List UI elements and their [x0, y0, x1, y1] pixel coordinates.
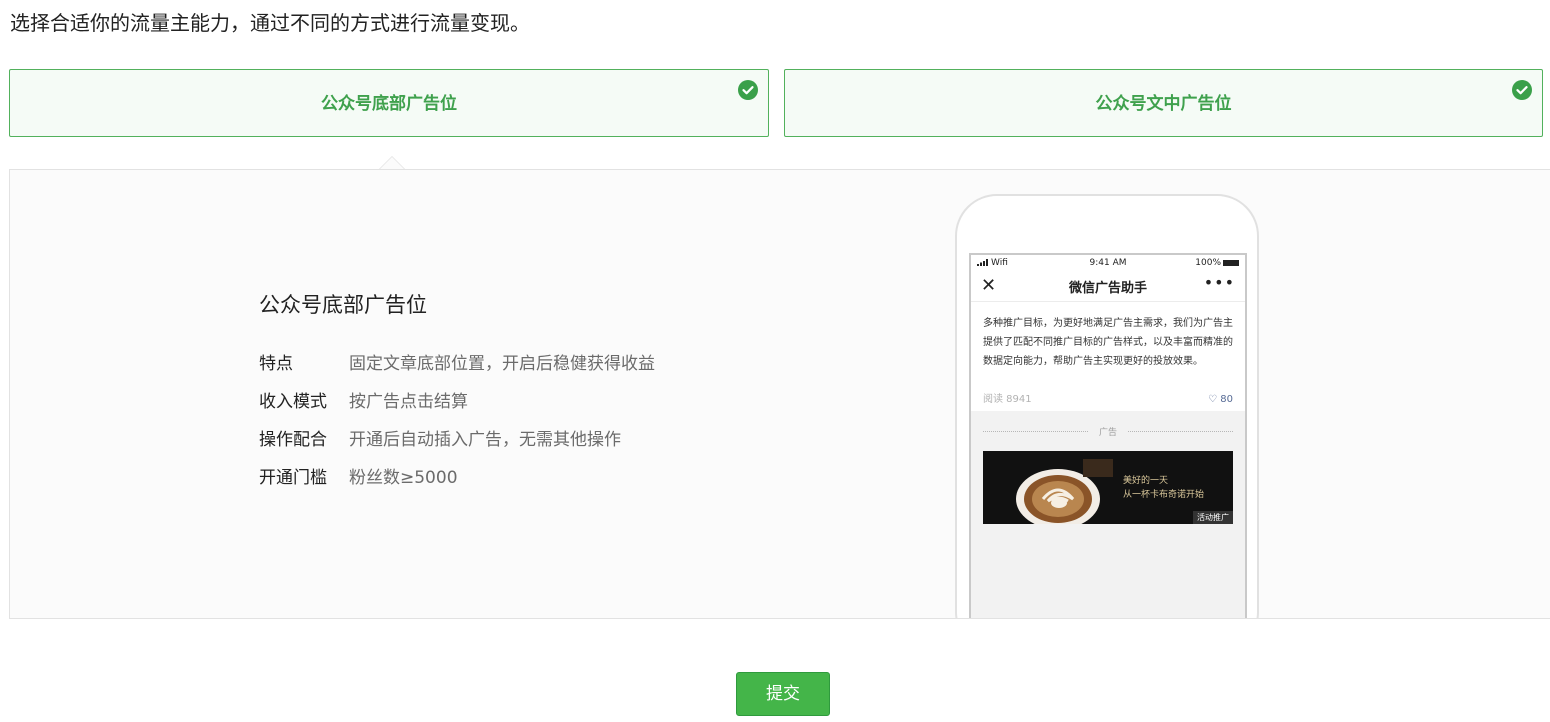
- option-inline-ad[interactable]: 公众号文中广告位: [784, 69, 1543, 137]
- info-value: 开通后自动插入广告，无需其他操作: [349, 430, 621, 450]
- info-row: 特点 固定文章底部位置，开启后稳健获得收益: [259, 351, 655, 389]
- ad-tag: 活动推广: [1193, 511, 1233, 524]
- battery-label: 100%: [1195, 258, 1221, 268]
- option-label: 公众号底部广告位: [321, 94, 457, 114]
- info-row: 操作配合 开通后自动插入广告，无需其他操作: [259, 427, 655, 465]
- info-key: 特点: [259, 354, 293, 374]
- detail-title: 公众号底部广告位: [259, 293, 427, 317]
- status-bar: Wifi 9:41 AM 100%: [971, 255, 1245, 271]
- ad-label: 广告: [983, 425, 1233, 438]
- more-icon: •••: [1203, 273, 1235, 292]
- info-list: 特点 固定文章底部位置，开启后稳健获得收益 收入模式 按广告点击结算 操作配合 开通后…: [259, 351, 655, 503]
- detail-panel: 公众号底部广告位 特点 固定文章底部位置，开启后稳健获得收益 收入模式 按广告点击结…: [9, 169, 1550, 619]
- article-body: 多种推广目标，为更好地满足广告主需求，我们为广告主提供了匹配不同推广目标的广告样…: [983, 318, 1233, 367]
- check-circle-icon: [738, 80, 758, 100]
- info-key: 操作配合: [259, 430, 327, 450]
- ad-banner: 美好的一天 从一杯卡布奇诺开始 活动推广: [983, 451, 1233, 524]
- phone-nav-bar: ✕ 微信广告助手 •••: [971, 271, 1245, 302]
- info-row: 开通门槛 粉丝数≥5000: [259, 465, 655, 503]
- option-label: 公众号文中广告位: [1095, 94, 1232, 114]
- info-value: 固定文章底部位置，开启后稳健获得收益: [349, 354, 655, 374]
- info-value: 按广告点击结算: [349, 392, 468, 412]
- info-row: 收入模式 按广告点击结算: [259, 389, 655, 427]
- phone-article: 多种推广目标，为更好地满足广告主需求，我们为广告主提供了匹配不同推广目标的广告样…: [971, 302, 1245, 411]
- ad-line-2: 从一杯卡布奇诺开始: [1123, 490, 1205, 500]
- info-value: 粉丝数≥5000: [349, 468, 458, 488]
- status-right: 100%: [1195, 255, 1239, 271]
- battery-icon: [1223, 259, 1239, 266]
- read-count: 阅读 8941: [983, 394, 1032, 405]
- info-key: 开通门槛: [259, 468, 327, 488]
- ad-section: 广告 美好的一天 从一杯卡布奇诺开始 活动推广: [971, 411, 1245, 618]
- info-key: 收入模式: [259, 392, 327, 412]
- submit-button[interactable]: 提交: [736, 672, 830, 716]
- phone-mockup: Wifi 9:41 AM 100% ✕ 微信广告助手 ••• 多种推广目标，为更…: [955, 194, 1259, 618]
- ad-line-1: 美好的一天: [1123, 476, 1169, 486]
- page-intro: 选择合适你的流量主能力，通过不同的方式进行流量变现。: [10, 11, 530, 35]
- coffee-cup-image: [1016, 459, 1113, 524]
- check-circle-icon: [1512, 80, 1532, 100]
- like-count: ♡ 80: [1208, 394, 1233, 405]
- phone-screen: Wifi 9:41 AM 100% ✕ 微信广告助手 ••• 多种推广目标，为更…: [969, 253, 1247, 618]
- option-bottom-ad[interactable]: 公众号底部广告位: [9, 69, 769, 137]
